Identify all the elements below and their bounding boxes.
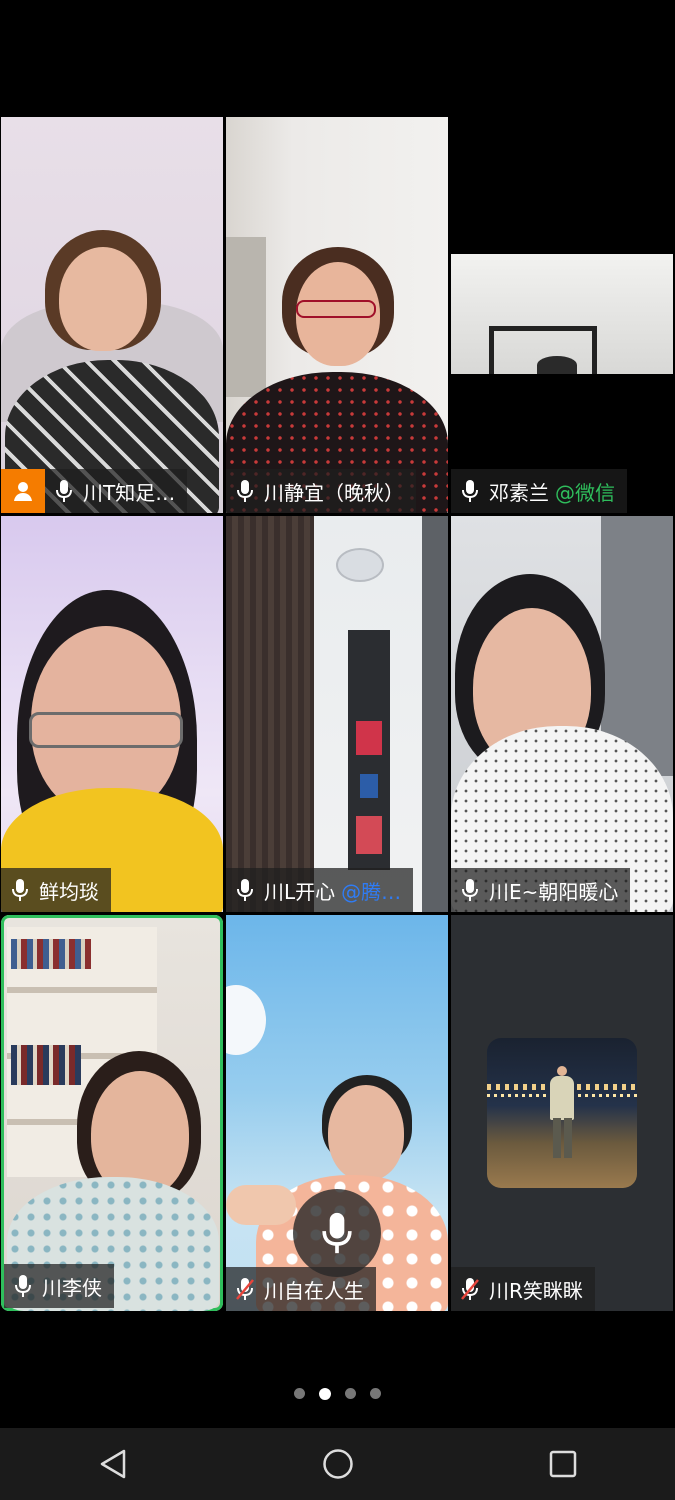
participant-tile[interactable]: 川E~朝阳暖心 <box>451 516 673 912</box>
home-button[interactable] <box>308 1434 368 1494</box>
participant-name: 川自在人生 <box>264 1278 364 1303</box>
participant-tile[interactable]: 鲜均琰 <box>1 516 223 912</box>
speaking-indicator <box>293 1189 381 1277</box>
participant-name: 邓素兰 <box>489 480 549 505</box>
mic-icon <box>237 879 253 901</box>
participant-tile[interactable]: 川静宜（晚秋） <box>226 117 448 513</box>
tencent-source-tag: @腾… <box>341 879 402 904</box>
participant-tile[interactable]: 川L开心 @腾… <box>226 516 448 912</box>
wechat-source-tag: @微信 <box>555 480 615 505</box>
participant-label: 川R笑眯眯 <box>451 1267 595 1311</box>
participant-video <box>451 254 673 374</box>
participant-label: 鲜均琰 <box>1 868 111 912</box>
mic-icon <box>462 480 478 502</box>
page-dot[interactable] <box>294 1388 305 1399</box>
mic-icon <box>12 879 28 901</box>
page-indicator[interactable] <box>0 1388 675 1400</box>
page-dot[interactable] <box>370 1388 381 1399</box>
mic-muted-icon <box>236 1278 254 1300</box>
participant-name: 川李侠 <box>42 1275 102 1300</box>
mic-icon <box>322 1212 352 1254</box>
participant-tile[interactable]: 邓素兰 @微信 <box>451 117 673 513</box>
participant-tile-active-speaker[interactable]: 川李侠 <box>1 915 223 1311</box>
page-dot-active[interactable] <box>319 1388 331 1400</box>
system-nav-bar <box>0 1428 675 1500</box>
participant-label: 邓素兰 @微信 <box>451 469 627 513</box>
recents-button[interactable] <box>533 1434 593 1494</box>
recents-icon <box>549 1450 576 1478</box>
participant-label: 川T知足… <box>1 469 188 513</box>
mic-icon <box>237 480 253 502</box>
participant-name: 川L开心 <box>264 879 336 904</box>
participant-label: 川李侠 <box>4 1264 114 1308</box>
participant-tile[interactable]: 川T知足… <box>1 117 223 513</box>
back-button[interactable] <box>83 1434 143 1494</box>
mic-icon <box>56 480 72 502</box>
mic-icon <box>462 879 478 901</box>
participant-label: 川L开心 @腾… <box>226 868 414 912</box>
participant-name: 川静宜（晚秋） <box>264 480 404 505</box>
mic-icon <box>15 1275 31 1297</box>
participant-label: 川静宜（晚秋） <box>226 469 416 513</box>
page-dot[interactable] <box>345 1388 356 1399</box>
participant-name: 川R笑眯眯 <box>489 1278 583 1303</box>
participant-label: 川E~朝阳暖心 <box>451 868 631 912</box>
mic-muted-icon <box>461 1278 479 1300</box>
back-icon <box>100 1449 125 1479</box>
participant-name: 鲜均琰 <box>39 879 99 904</box>
participant-name: 川E~朝阳暖心 <box>489 879 619 904</box>
home-icon <box>322 1449 353 1479</box>
participant-name: 川T知足… <box>83 480 176 505</box>
participant-avatar <box>487 1038 637 1188</box>
host-icon <box>1 469 45 513</box>
participant-tile-video-off[interactable]: 川R笑眯眯 <box>451 915 673 1311</box>
